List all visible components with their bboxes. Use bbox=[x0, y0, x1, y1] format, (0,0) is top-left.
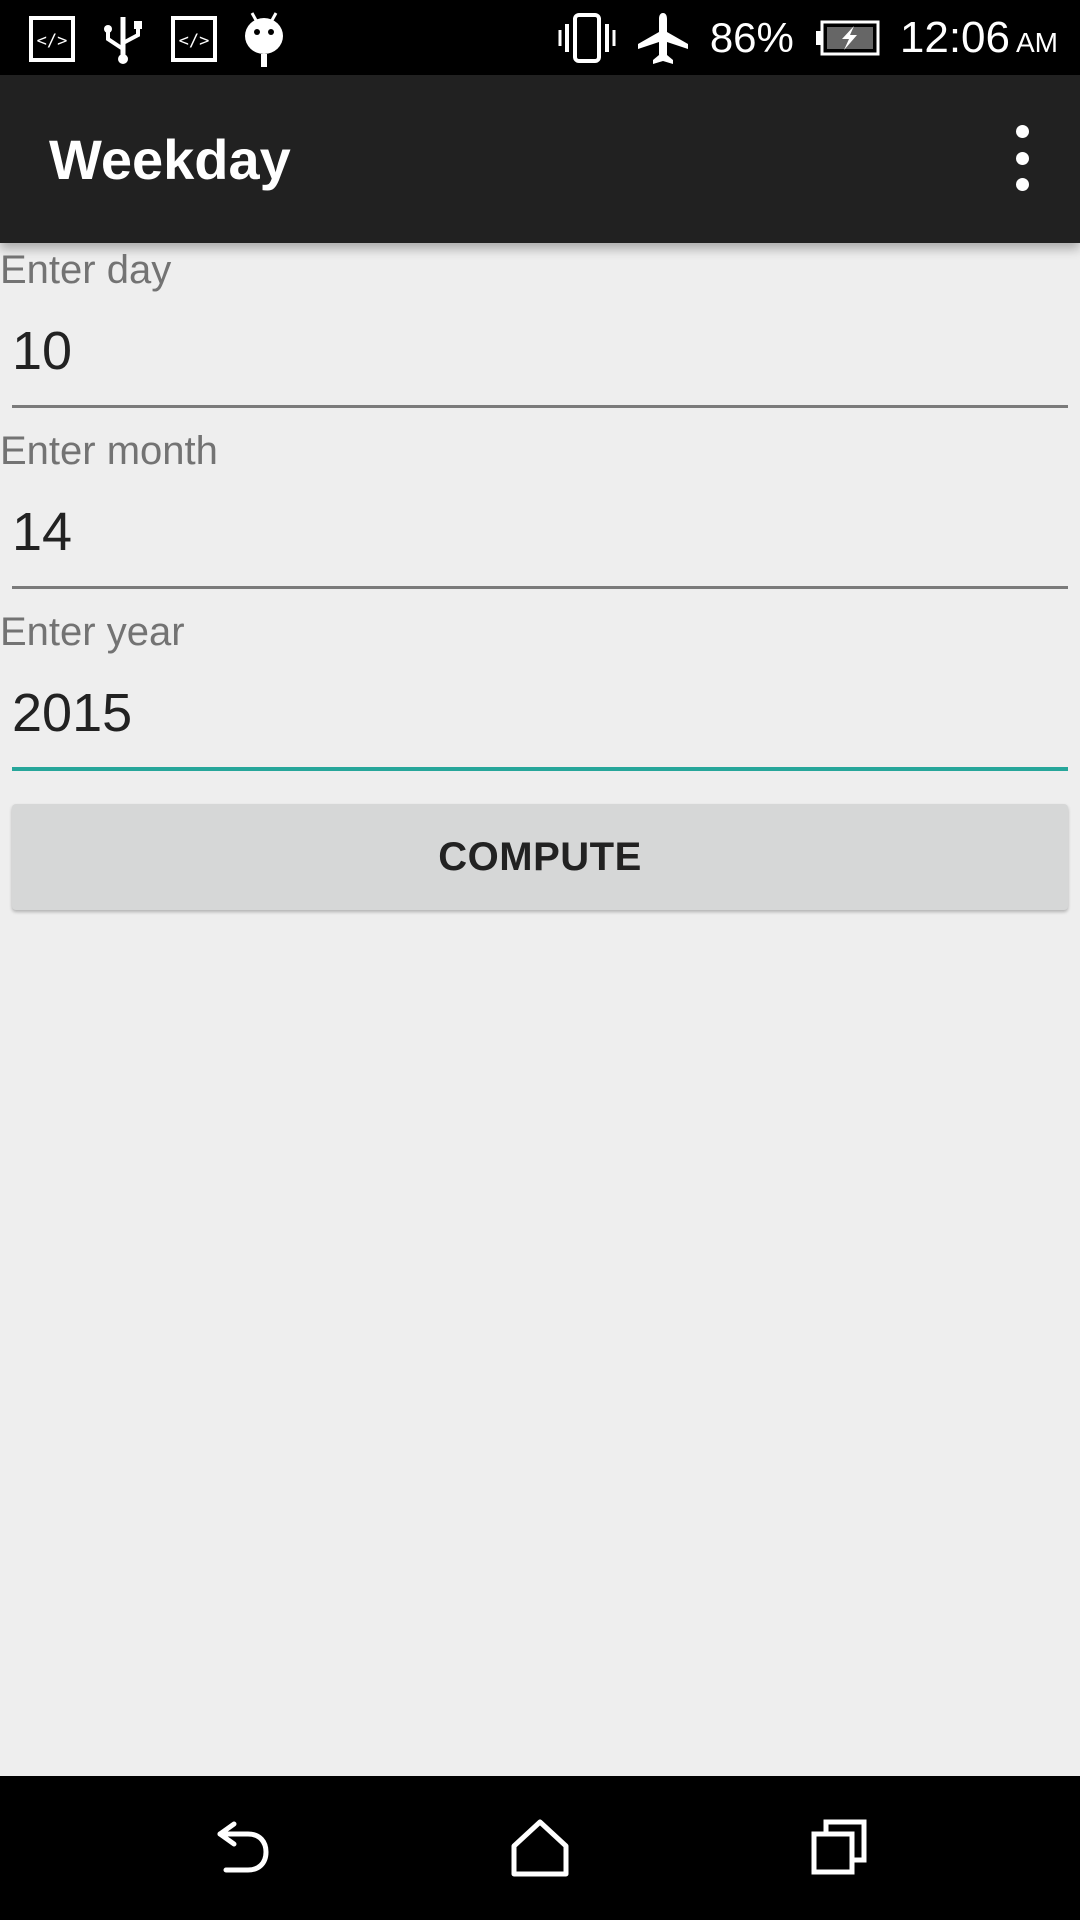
svg-text:</>: </> bbox=[179, 31, 210, 51]
overflow-menu-icon[interactable] bbox=[1004, 125, 1040, 191]
navigation-bar bbox=[0, 1776, 1080, 1920]
compute-button[interactable]: COMPUTE bbox=[12, 804, 1068, 910]
day-underline bbox=[12, 405, 1068, 408]
year-label: Enter year bbox=[0, 610, 185, 654]
android-debug-icon bbox=[245, 12, 283, 67]
code-icon: </> bbox=[29, 16, 75, 62]
app-title: Weekday bbox=[49, 128, 291, 191]
month-input[interactable] bbox=[12, 501, 1052, 563]
battery-charging-icon bbox=[815, 20, 880, 55]
year-input[interactable] bbox=[12, 682, 1052, 744]
status-bar: </> </> 86% 12:06 AM bbox=[0, 0, 1080, 75]
airplane-mode-icon bbox=[637, 12, 688, 64]
vibrate-icon bbox=[558, 12, 616, 63]
year-underline bbox=[12, 767, 1068, 771]
svg-text:</>: </> bbox=[37, 31, 68, 51]
code-icon: </> bbox=[171, 16, 217, 62]
back-icon[interactable] bbox=[204, 1812, 276, 1884]
usb-icon bbox=[104, 17, 142, 64]
battery-percent: 86% bbox=[709, 13, 794, 61]
recents-icon[interactable] bbox=[804, 1812, 876, 1884]
day-input[interactable] bbox=[12, 320, 1052, 382]
month-label: Enter month bbox=[0, 429, 218, 473]
month-underline bbox=[12, 586, 1068, 589]
app-bar: Weekday bbox=[0, 75, 1080, 243]
home-icon[interactable] bbox=[504, 1812, 576, 1884]
day-label: Enter day bbox=[0, 248, 172, 292]
clock: 12:06 AM bbox=[899, 12, 1058, 62]
